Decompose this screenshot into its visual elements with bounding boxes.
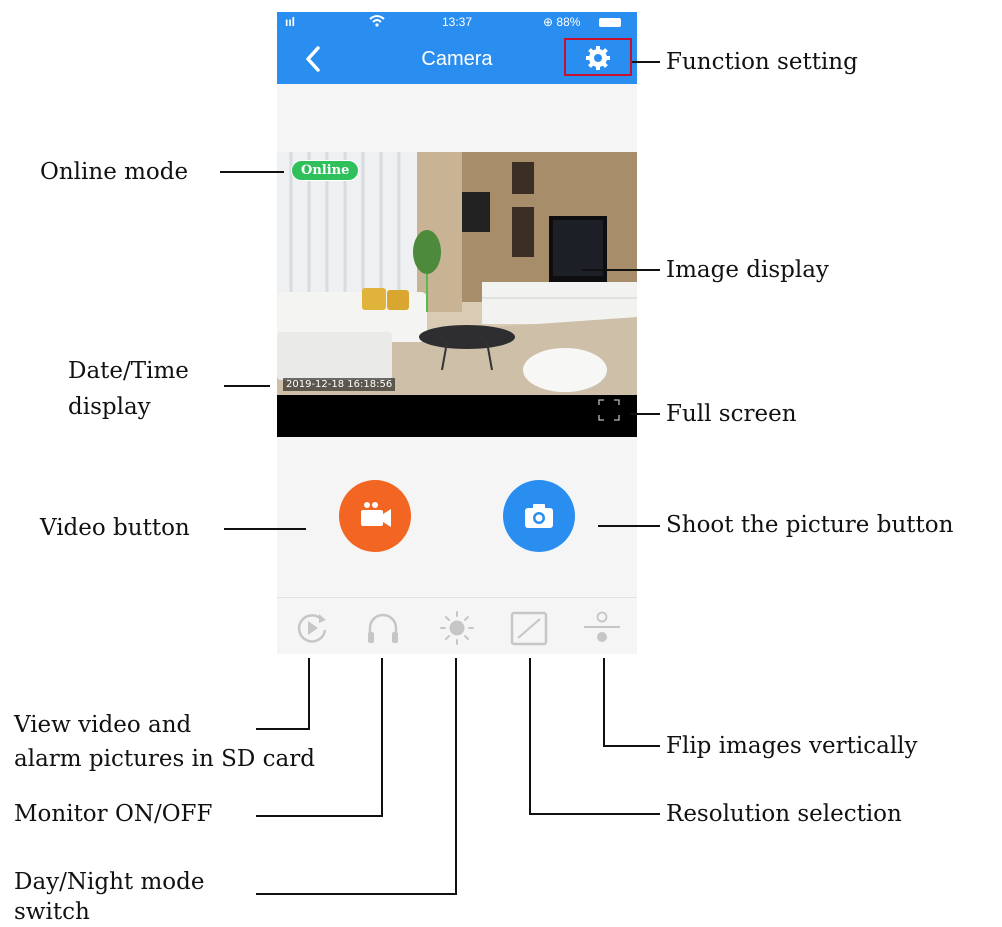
label-datetime-line2: display [68,394,151,420]
label-view-video-line2: alarm pictures in SD card [14,746,315,772]
label-video-button: Video button [40,515,190,541]
label-daynight-line2: switch [14,899,90,925]
label-monitor: Monitor ON/OFF [14,801,213,827]
label-resolution: Resolution selection [666,801,902,827]
label-function-setting: Function setting [666,49,858,75]
label-daynight-line1: Day/Night mode [14,869,205,895]
label-flip: Flip images vertically [666,733,918,759]
label-online-mode: Online mode [40,159,189,185]
annotation-leader-lines [220,61,660,895]
label-view-video-line1: View video and [14,712,192,738]
label-image-display: Image display [666,257,829,283]
label-full-screen: Full screen [666,401,797,427]
label-datetime-line1: Date/Time [68,358,189,384]
label-shoot-button: Shoot the picture button [666,512,954,538]
